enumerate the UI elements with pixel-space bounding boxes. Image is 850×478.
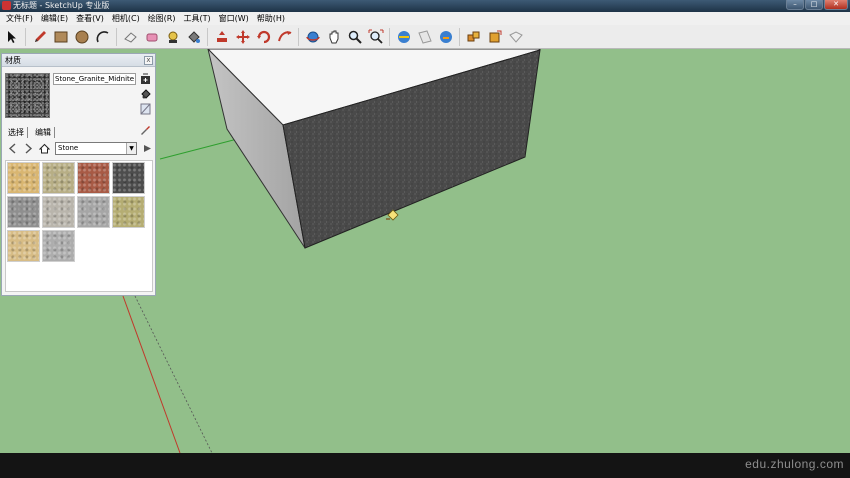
close-button[interactable]: ✕ [824,0,848,10]
sample-paint-icon[interactable] [139,124,151,136]
maximize-button[interactable]: □ [805,0,823,10]
menu-tools[interactable]: 工具(T) [180,12,215,25]
library-select[interactable]: Stone ▼ [55,142,137,155]
default-material-icon[interactable] [139,87,151,100]
back-arrow-icon[interactable] [7,143,18,154]
tile-dark-granite[interactable] [112,162,145,194]
toolbar-separator [116,27,120,46]
watermark-text: edu.zhulong.com [745,457,844,471]
tile-moss-stone[interactable] [112,196,145,228]
panel-close-button[interactable]: x [144,56,153,65]
tile-stone-blocks[interactable] [42,196,75,228]
pan-tool-icon[interactable] [324,27,344,47]
text-tool-icon[interactable] [163,27,183,47]
paint-bucket-tool-icon[interactable] [184,27,204,47]
arc-tool-icon[interactable] [93,27,113,47]
details-arrow-icon[interactable] [142,143,153,154]
materials-panel: 材质 x Stone_Granite_Midnite 选择 编辑 Stone ▼ [1,53,156,296]
material-tile-grid [5,160,153,292]
green-axis-line [159,136,246,160]
share-component-icon[interactable] [485,27,505,47]
follow-me-tool-icon[interactable] [275,27,295,47]
menu-edit[interactable]: 编辑(E) [37,12,72,25]
push-pull-tool-icon[interactable] [212,27,232,47]
panel-header: 材质 x [2,54,155,67]
tile-light-granite[interactable] [77,196,110,228]
panel-tabs: 选择 编辑 [5,127,55,138]
home-icon[interactable] [39,143,50,154]
red-axis-line [122,295,181,453]
create-material-icon[interactable] [139,72,151,85]
library-nav-row: Stone ▼ [5,142,155,156]
menu-bar: 文件(F) 编辑(E) 查看(V) 相机(C) 绘图(R) 工具(T) 窗口(W… [0,12,850,25]
bottom-bar: edu.zhulong.com [0,453,850,478]
tile-pale-stone[interactable] [42,162,75,194]
title-bar: 无标题 - SketchUp 专业版 – □ ✕ [0,0,850,12]
toolbar-separator [389,27,393,46]
window-controls: – □ ✕ [786,0,848,11]
toolbar-separator [298,27,302,46]
components-icon[interactable] [464,27,484,47]
rectangle-tool-icon[interactable] [51,27,71,47]
window-title: 无标题 - SketchUp 专业版 [13,1,110,10]
tile-gray-stone[interactable] [7,196,40,228]
material-name-field[interactable]: Stone_Granite_Midnite [53,73,136,85]
minimize-button[interactable]: – [786,0,804,10]
toolbar-separator [25,27,29,46]
material-side-icons [139,72,153,117]
orbit-tool-icon[interactable] [303,27,323,47]
menu-view[interactable]: 查看(V) [72,12,108,25]
tile-red-stone[interactable] [77,162,110,194]
move-tool-icon[interactable] [233,27,253,47]
menu-camera[interactable]: 相机(C) [108,12,144,25]
toolbar-separator [207,27,211,46]
menu-draw[interactable]: 绘图(R) [144,12,180,25]
share-model-icon[interactable] [415,27,435,47]
material-preview-icon[interactable] [139,102,151,115]
zoom-tool-icon[interactable] [345,27,365,47]
circle-tool-icon[interactable] [72,27,92,47]
tile-gray-marble[interactable] [42,230,75,262]
zoom-extents-tool-icon[interactable] [366,27,386,47]
tape-measure-tool-icon[interactable] [142,27,162,47]
tile-tan-marble[interactable] [7,230,40,262]
tile-sandstone[interactable] [7,162,40,194]
get-models-icon[interactable] [436,27,456,47]
current-material-swatch[interactable] [5,73,50,118]
eraser-tool-icon[interactable] [121,27,141,47]
menu-help[interactable]: 帮助(H) [253,12,289,25]
menu-window[interactable]: 窗口(W) [215,12,253,25]
extension-warehouse-icon[interactable] [506,27,526,47]
pencil-tool-icon[interactable] [30,27,50,47]
dashed-axis-line [134,295,213,453]
sketchup-app-icon [2,1,11,10]
select-tool-icon[interactable] [2,27,22,47]
tab-edit[interactable]: 编辑 [32,127,55,138]
toolbar-separator [459,27,463,46]
menu-file[interactable]: 文件(F) [2,12,37,25]
warehouse-icon[interactable] [394,27,414,47]
main-toolbar [0,25,850,49]
chevron-down-icon: ▼ [126,143,136,154]
tab-select[interactable]: 选择 [5,127,28,138]
rotate-tool-icon[interactable] [254,27,274,47]
library-select-value: Stone [58,144,79,152]
forward-arrow-icon[interactable] [23,143,34,154]
panel-title: 材质 [5,56,21,65]
